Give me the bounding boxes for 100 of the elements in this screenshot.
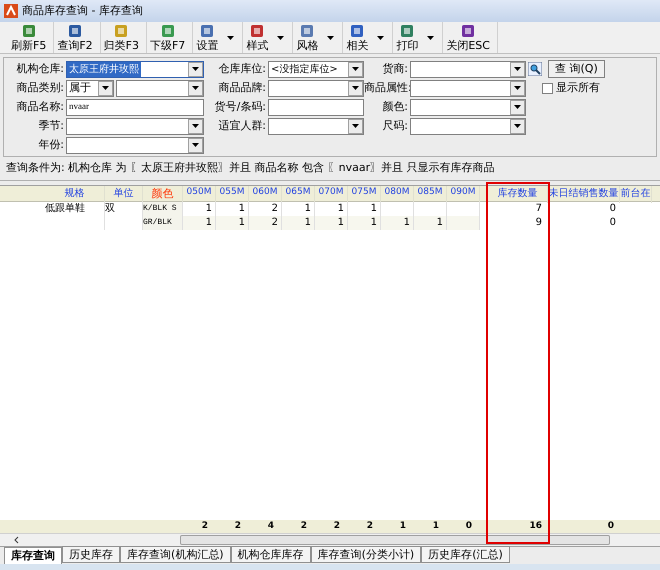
column-header[interactable]: 055M — [216, 186, 249, 202]
column-header[interactable]: 规格 — [45, 186, 105, 202]
dropdown-button[interactable] — [188, 62, 203, 76]
column-header[interactable]: 080M — [381, 186, 414, 202]
input-field[interactable]: nvaar — [66, 98, 204, 116]
combo-field[interactable] — [410, 98, 526, 116]
combo-field[interactable] — [410, 80, 526, 96]
field-label: 尺码: — [381, 118, 409, 134]
caret-icon — [192, 86, 199, 90]
dropdown-button[interactable] — [510, 100, 525, 114]
combo-field[interactable] — [66, 118, 204, 134]
total-cell-text: 2 — [332, 520, 341, 533]
field-value: <没指定库位> — [270, 62, 339, 76]
tab[interactable]: 历史库存(汇总) — [421, 546, 510, 563]
toolbar-button[interactable]: 样式 — [243, 23, 272, 52]
combo-field[interactable] — [410, 60, 526, 78]
dropdown-button[interactable] — [188, 80, 203, 96]
table-cell: 低跟单鞋 — [45, 202, 105, 216]
dropdown-button[interactable] — [348, 80, 363, 96]
toolbar-icon — [20, 23, 37, 39]
column-header[interactable]: 070M — [315, 186, 348, 202]
caret-icon[interactable] — [277, 36, 284, 40]
table-cell: 1 — [315, 216, 348, 230]
table-cell: 1 — [216, 216, 249, 230]
total-cell-text: 4 — [266, 520, 275, 533]
scrollbar-thumb[interactable] — [180, 535, 610, 545]
total-cell-text: 1 — [432, 520, 440, 533]
toolbar-button[interactable]: 相关 — [343, 23, 372, 52]
toolbar-button[interactable]: 查询F2 — [54, 23, 96, 52]
column-header[interactable]: 085M — [414, 186, 447, 202]
checkbox-label: 显示所有 — [556, 80, 600, 96]
toolbar-icon — [66, 23, 83, 39]
toolbar-button[interactable]: 打印 — [393, 23, 422, 52]
combo-field[interactable] — [116, 80, 204, 96]
field-value: 太原王府井玫熙 — [67, 62, 141, 76]
combo-field[interactable] — [410, 118, 526, 134]
column-header[interactable]: 090M — [447, 186, 480, 202]
caret-icon — [514, 67, 521, 71]
column-header[interactable]: 单位 — [105, 186, 143, 202]
input-field[interactable] — [268, 98, 364, 116]
dropdown-button[interactable] — [188, 118, 203, 134]
column-header[interactable]: 060M — [249, 186, 282, 202]
field-label: 机构仓库: — [15, 60, 65, 77]
dropdown-button[interactable] — [188, 138, 203, 152]
dropdown-button[interactable] — [98, 80, 113, 96]
dropdown-button[interactable] — [510, 118, 525, 134]
caret-icon[interactable] — [427, 36, 434, 40]
combo-field[interactable] — [66, 136, 204, 154]
toolbar-icon — [199, 23, 216, 39]
toolbar-icon — [460, 23, 476, 39]
dropdown-button[interactable] — [348, 62, 363, 76]
caret-icon[interactable] — [377, 36, 384, 40]
combo-field[interactable] — [268, 80, 364, 96]
toolbar-button[interactable]: 风格 — [293, 23, 322, 52]
dropdown-button[interactable] — [510, 80, 525, 96]
table-cell-text: 0 — [608, 216, 617, 230]
query-button[interactable]: 查 询(Q) — [548, 60, 605, 78]
caret-icon[interactable] — [227, 36, 234, 40]
field-label: 货号/条码: — [214, 98, 267, 115]
toolbar-button[interactable]: 关闭ESC — [443, 23, 493, 52]
app-icon — [4, 4, 18, 18]
combo-field[interactable]: 太原王府井玫熙 — [66, 60, 204, 78]
total-cell-text: 2 — [300, 520, 308, 533]
checkbox[interactable] — [542, 82, 553, 94]
tab[interactable]: 历史库存 — [62, 546, 120, 563]
column-header[interactable]: 050M — [183, 186, 216, 202]
dropdown-button[interactable] — [348, 118, 363, 134]
field-label: 商品名称: — [15, 98, 65, 115]
toolbar-icon — [299, 23, 316, 39]
tab[interactable]: 库存查询(机构汇总) — [120, 546, 231, 563]
toolbar-button[interactable]: 下级F7 — [146, 23, 188, 52]
combo-field[interactable]: <没指定库位> — [268, 60, 364, 78]
tab[interactable]: 库存查询 — [4, 547, 62, 564]
query-conditions: 查询条件为: 机构仓库 为 〖太原王府井玫熙〗并且 商品名称 包含 〖nvaar〗并且 只显示有库存商品 — [6, 160, 495, 176]
total-cell-text: 2 — [200, 520, 209, 533]
tab[interactable]: 库存查询(分类小计) — [310, 546, 422, 563]
search-icon[interactable] — [528, 62, 542, 76]
toolbar-button[interactable]: 刷新F5 — [8, 23, 50, 52]
table-cell: 2 — [249, 216, 282, 230]
field-label: 适宜人群: — [217, 118, 267, 134]
column-header[interactable]: 库存数量 — [488, 186, 548, 202]
combo-field[interactable] — [268, 118, 364, 134]
total-cell-text: 0 — [464, 520, 473, 533]
column-header[interactable]: 065M — [282, 186, 315, 202]
tab[interactable]: 机构仓库库存 — [230, 546, 311, 563]
field-label: 商品品牌: — [217, 80, 267, 96]
toolbar-icon — [349, 23, 366, 39]
table-cell: 1 — [414, 216, 447, 230]
toolbar-button[interactable]: 设置 — [193, 23, 222, 52]
total-cell-text: 0 — [606, 520, 615, 533]
column-header[interactable]: 前台在 — [620, 186, 652, 202]
toolbar-icon — [160, 23, 176, 39]
dropdown-button[interactable] — [510, 62, 525, 76]
horizontal-scrollbar[interactable] — [0, 533, 660, 546]
column-header[interactable]: 075M — [348, 186, 381, 202]
combo-field[interactable]: 属于 — [66, 80, 114, 96]
toolbar-button[interactable]: 归类F3 — [100, 23, 142, 52]
table-cell: 1 — [183, 216, 216, 230]
caret-icon — [352, 86, 359, 90]
caret-icon[interactable] — [327, 36, 334, 40]
